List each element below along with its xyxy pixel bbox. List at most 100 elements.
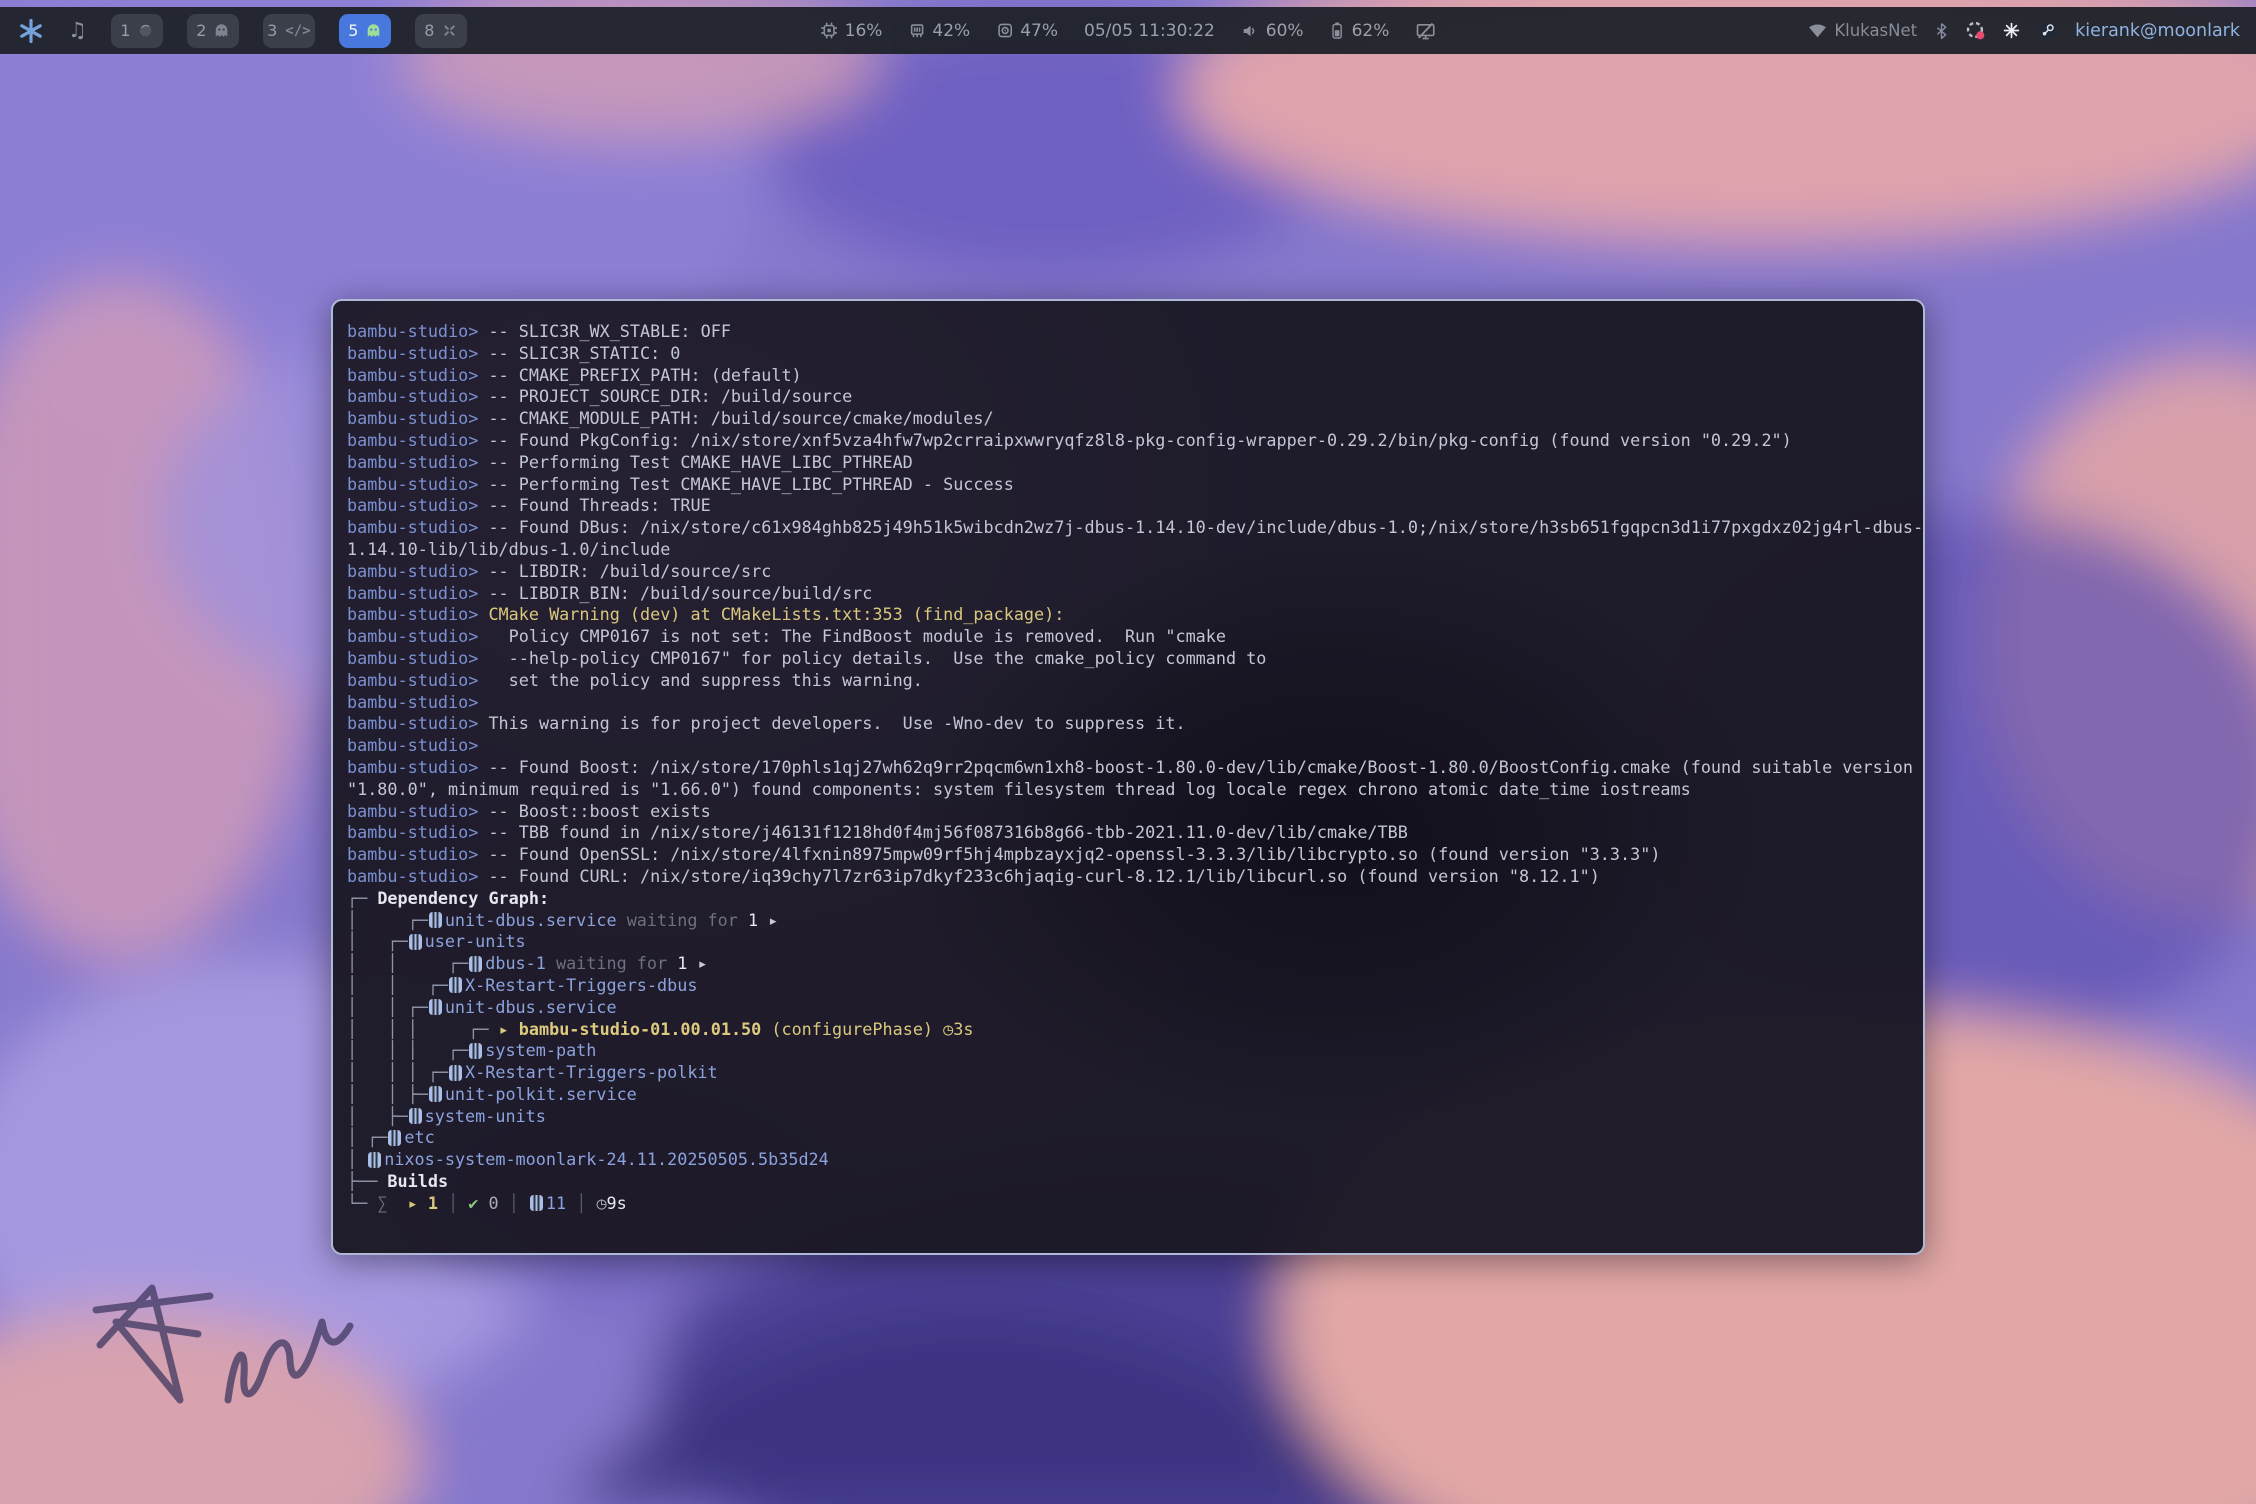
terminal-line: bambu-studio> -- SLIC3R_STATIC: 0 [347, 343, 1915, 365]
cpu-icon [821, 22, 838, 39]
workspace-pill-5[interactable]: 5 [339, 14, 391, 48]
terminal-line: 1.14.10-lib/lib/dbus-1.0/include [347, 539, 1915, 561]
terminal-line: │ │ ┌─X-Restart-Triggers-dbus [347, 975, 1915, 997]
terminal-line: "1.80.0", minimum required is "1.66.0") … [347, 779, 1915, 801]
terminal-line: bambu-studio> -- LIBDIR: /build/source/s… [347, 561, 1915, 583]
terminal-line: └─ ∑ ▸ 1 │ ✔ 0 │ 11 │ ◷9s [347, 1193, 1915, 1215]
terminal-line: │ ┌─unit-dbus.service waiting for 1 ▸ [347, 910, 1915, 932]
workspace-number: 1 [120, 21, 130, 40]
bar-right-section: KlukasNet [1808, 21, 2256, 41]
speaker-icon [1241, 23, 1259, 39]
terminal-line: │ │ ┌─dbus-1 waiting for 1 ▸ [347, 953, 1915, 975]
terminal-line: bambu-studio> -- Found Boost: /nix/store… [347, 757, 1915, 779]
pause-icon [530, 1195, 543, 1211]
terminal-line: bambu-studio> -- Found DBus: /nix/store/… [347, 517, 1915, 539]
orb-icon [138, 23, 153, 38]
workspace-number: 8 [424, 21, 434, 40]
terminal-line: bambu-studio> -- CMAKE_MODULE_PATH: /bui… [347, 408, 1915, 430]
terminal-line: │ │ │ ┌─system-path [347, 1040, 1915, 1062]
memory-icon [908, 22, 925, 39]
music-player-icon[interactable]: ♫ [68, 20, 87, 41]
terminal-line: bambu-studio> --help-policy CMP0167" for… [347, 648, 1915, 670]
terminal-line: ├── Builds [347, 1171, 1915, 1193]
desktop: ♫ 1 2 3 </> 5 8 [0, 0, 2256, 1504]
disk-icon [996, 22, 1013, 39]
terminal-line: bambu-studio> -- CMAKE_PREFIX_PATH: (def… [347, 365, 1915, 387]
disk-value: 47% [1020, 21, 1058, 41]
terminal-line: bambu-studio> -- Performing Test CMAKE_H… [347, 452, 1915, 474]
terminal-line: bambu-studio> -- Performing Test CMAKE_H… [347, 474, 1915, 496]
memory-module[interactable]: 42% [908, 21, 970, 41]
cpu-value: 16% [845, 21, 883, 41]
terminal-line: bambu-studio> -- Found Threads: TRUE [347, 495, 1915, 517]
terminal-line: bambu-studio> -- PROJECT_SOURCE_DIR: /bu… [347, 386, 1915, 408]
terminal-line: bambu-studio> -- SLIC3R_WX_STABLE: OFF [347, 321, 1915, 343]
network-name: KlukasNet [1834, 21, 1917, 40]
workspace-list: 1 2 3 </> 5 8 [111, 14, 467, 48]
terminal-output: bambu-studio> -- SLIC3R_WX_STABLE: OFFba… [333, 301, 1923, 1235]
pause-icon [449, 977, 462, 993]
clock-module: 05/05 11:30:22 [1084, 21, 1215, 41]
clock-value: 05/05 11:30:22 [1084, 21, 1215, 41]
terminal-line: bambu-studio> -- TBB found in /nix/store… [347, 822, 1915, 844]
volume-module[interactable]: 60% [1241, 21, 1304, 41]
terminal-line: bambu-studio> -- Found OpenSSL: /nix/sto… [347, 844, 1915, 866]
terminal-line: bambu-studio> -- LIBDIR_BIN: /build/sour… [347, 583, 1915, 605]
pause-icon [469, 956, 482, 972]
terminal-line: bambu-studio> -- Boost::boost exists [347, 801, 1915, 823]
terminal-line: bambu-studio> -- Found PkgConfig: /nix/s… [347, 430, 1915, 452]
starburst-icon[interactable] [2003, 22, 2020, 39]
terminal-line: │ ┌─user-units [347, 931, 1915, 953]
pause-icon [409, 934, 422, 950]
ghost-icon [366, 23, 381, 38]
terminal-line: │ │ │ ┌─ ▸ bambu-studio-01.00.01.50 (con… [347, 1019, 1915, 1041]
idle-inhibitor-icon[interactable] [1415, 22, 1435, 40]
terminal-line: ┌─ Dependency Graph: [347, 888, 1915, 910]
terminal-line: bambu-studio> -- Found CURL: /nix/store/… [347, 866, 1915, 888]
battery-module[interactable]: 62% [1330, 21, 1390, 41]
workspace-number: 3 [267, 21, 277, 40]
terminal-line: │ ┌─etc [347, 1127, 1915, 1149]
cpu-module[interactable]: 16% [821, 21, 883, 41]
nixos-logo-icon[interactable] [18, 18, 44, 44]
workspace-number: 5 [348, 21, 358, 40]
activity-spinner-icon[interactable] [1966, 21, 1985, 40]
battery-value: 62% [1352, 21, 1390, 41]
terminal-line: bambu-studio> [347, 735, 1915, 757]
volume-value: 60% [1266, 21, 1304, 41]
ghost-icon [214, 23, 229, 38]
pause-icon [409, 1108, 422, 1124]
bluetooth-icon[interactable] [1935, 22, 1948, 40]
pause-icon [449, 1065, 462, 1081]
pause-icon [368, 1152, 381, 1168]
workspace-pill-8[interactable]: 8 [415, 14, 467, 48]
workspace-number: 2 [196, 21, 206, 40]
terminal-line: │ │ ├─unit-polkit.service [347, 1084, 1915, 1106]
pause-icon [469, 1043, 482, 1059]
terminal-line: │ │ ┌─unit-dbus.service [347, 997, 1915, 1019]
battery-icon [1330, 21, 1345, 40]
terminal-line: │ nixos-system-moonlark-24.11.20250505.5… [347, 1149, 1915, 1171]
disk-module[interactable]: 47% [996, 21, 1058, 41]
terminal-line: bambu-studio> This warning is for projec… [347, 713, 1915, 735]
pinwheel-icon [442, 23, 457, 38]
terminal-line: bambu-studio> [347, 692, 1915, 714]
status-bar: ♫ 1 2 3 </> 5 8 [0, 7, 2256, 54]
steam-icon[interactable] [2038, 21, 2057, 40]
terminal-line: bambu-studio> Policy CMP0167 is not set:… [347, 626, 1915, 648]
wifi-icon [1808, 23, 1827, 38]
workspace-pill-3[interactable]: 3 </> [263, 14, 315, 48]
pause-icon [429, 912, 442, 928]
workspace-pill-1[interactable]: 1 [111, 14, 163, 48]
bar-left-section: ♫ 1 2 3 </> 5 8 [0, 14, 467, 48]
pause-icon [429, 999, 442, 1015]
code-icon: </> [285, 23, 310, 39]
terminal-line: │ │ │ ┌─X-Restart-Triggers-polkit [347, 1062, 1915, 1084]
workspace-pill-2[interactable]: 2 [187, 14, 239, 48]
pause-icon [429, 1086, 442, 1102]
network-module[interactable]: KlukasNet [1808, 21, 1917, 40]
terminal-line: │ ├─system-units [347, 1106, 1915, 1128]
terminal-window[interactable]: bambu-studio> -- SLIC3R_WX_STABLE: OFFba… [331, 299, 1925, 1255]
bar-center-section: 16% 42% 47% [821, 21, 1436, 41]
pause-icon [388, 1130, 401, 1146]
